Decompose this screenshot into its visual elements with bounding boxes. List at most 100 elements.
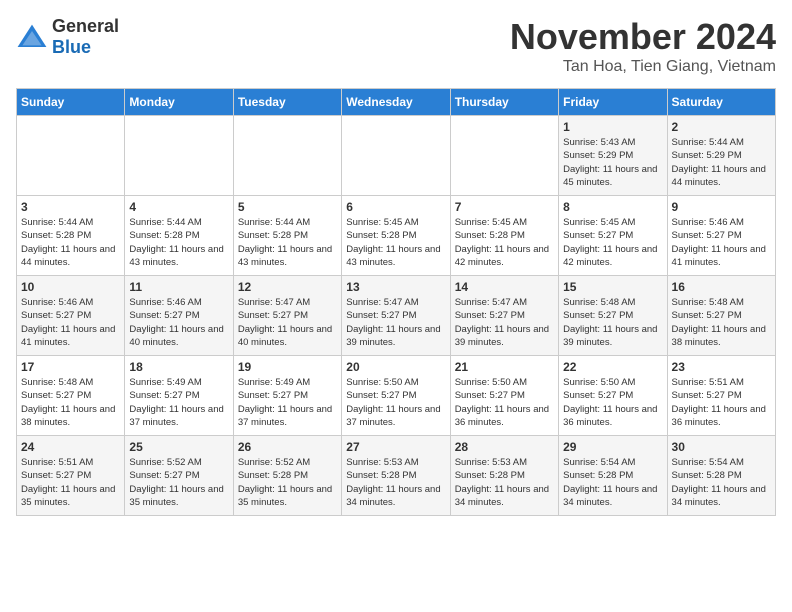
calendar-cell-3-4: 13 Sunrise: 5:47 AM Sunset: 5:27 PM Dayli… (342, 276, 450, 356)
day-info: Sunrise: 5:46 AM Sunset: 5:27 PM Dayligh… (672, 216, 771, 269)
calendar-cell-5-1: 24 Sunrise: 5:51 AM Sunset: 5:27 PM Dayli… (17, 436, 125, 516)
day-number: 7 (455, 200, 554, 214)
day-number: 11 (129, 280, 228, 294)
calendar-cell-2-3: 5 Sunrise: 5:44 AM Sunset: 5:28 PM Daylig… (233, 196, 341, 276)
day-number: 21 (455, 360, 554, 374)
day-number: 29 (563, 440, 662, 454)
day-number: 12 (238, 280, 337, 294)
calendar-header-row: SundayMondayTuesdayWednesdayThursdayFrid… (17, 89, 776, 116)
day-info: Sunrise: 5:44 AM Sunset: 5:28 PM Dayligh… (21, 216, 120, 269)
calendar-cell-4-6: 22Sunrise: 5:50 AM Sunset: 5:27 PM Dayli… (559, 356, 667, 436)
day-number: 28 (455, 440, 554, 454)
day-number: 23 (672, 360, 771, 374)
header: General Blue November 2024 Tan Hoa, Tien… (16, 16, 776, 76)
logo-blue: Blue (52, 37, 91, 57)
calendar-cell-4-2: 18 Sunrise: 5:49 AM Sunset: 5:27 PM Dayli… (125, 356, 233, 436)
day-number: 1 (563, 120, 662, 134)
day-info: Sunrise: 5:44 AM Sunset: 5:29 PM Dayligh… (672, 136, 771, 189)
day-info: Sunrise: 5:48 AM Sunset: 5:27 PM Dayligh… (21, 376, 120, 429)
calendar-table: SundayMondayTuesdayWednesdayThursdayFrid… (16, 88, 776, 516)
calendar-cell-2-6: 8 Sunrise: 5:45 AM Sunset: 5:27 PM Daylig… (559, 196, 667, 276)
day-number: 14 (455, 280, 554, 294)
day-number: 6 (346, 200, 445, 214)
logo-general: General (52, 16, 119, 36)
calendar-header-sunday: Sunday (17, 89, 125, 116)
location-title: Tan Hoa, Tien Giang, Vietnam (510, 58, 776, 76)
calendar-week-3: 10 Sunrise: 5:46 AM Sunset: 5:27 PM Dayli… (17, 276, 776, 356)
day-info: Sunrise: 5:47 AM Sunset: 5:27 PM Dayligh… (238, 296, 337, 349)
calendar-cell-3-1: 10 Sunrise: 5:46 AM Sunset: 5:27 PM Dayli… (17, 276, 125, 356)
title-area: November 2024 Tan Hoa, Tien Giang, Vietn… (510, 16, 776, 76)
calendar-cell-2-7: 9Sunrise: 5:46 AM Sunset: 5:27 PM Daylig… (667, 196, 775, 276)
day-number: 18 (129, 360, 228, 374)
day-info: Sunrise: 5:48 AM Sunset: 5:27 PM Dayligh… (563, 296, 662, 349)
day-info: Sunrise: 5:45 AM Sunset: 5:28 PM Dayligh… (346, 216, 445, 269)
calendar-cell-1-7: 2Sunrise: 5:44 AM Sunset: 5:29 PM Daylig… (667, 116, 775, 196)
day-number: 5 (238, 200, 337, 214)
calendar-week-4: 17Sunrise: 5:48 AM Sunset: 5:27 PM Dayli… (17, 356, 776, 436)
day-info: Sunrise: 5:47 AM Sunset: 5:27 PM Dayligh… (455, 296, 554, 349)
day-info: Sunrise: 5:45 AM Sunset: 5:27 PM Dayligh… (563, 216, 662, 269)
calendar-header-thursday: Thursday (450, 89, 558, 116)
calendar-header-wednesday: Wednesday (342, 89, 450, 116)
day-number: 10 (21, 280, 120, 294)
day-number: 30 (672, 440, 771, 454)
calendar-cell-4-5: 21 Sunrise: 5:50 AM Sunset: 5:27 PM Dayli… (450, 356, 558, 436)
day-info: Sunrise: 5:51 AM Sunset: 5:27 PM Dayligh… (21, 456, 120, 509)
calendar-cell-3-2: 11Sunrise: 5:46 AM Sunset: 5:27 PM Dayli… (125, 276, 233, 356)
calendar-cell-1-1 (17, 116, 125, 196)
day-info: Sunrise: 5:50 AM Sunset: 5:27 PM Dayligh… (346, 376, 445, 429)
day-number: 20 (346, 360, 445, 374)
calendar-cell-2-5: 7 Sunrise: 5:45 AM Sunset: 5:28 PM Daylig… (450, 196, 558, 276)
day-number: 8 (563, 200, 662, 214)
calendar-week-5: 24 Sunrise: 5:51 AM Sunset: 5:27 PM Dayli… (17, 436, 776, 516)
day-number: 4 (129, 200, 228, 214)
logo: General Blue (16, 16, 119, 58)
day-info: Sunrise: 5:48 AM Sunset: 5:27 PM Dayligh… (672, 296, 771, 349)
calendar-cell-4-4: 20 Sunrise: 5:50 AM Sunset: 5:27 PM Dayli… (342, 356, 450, 436)
month-title: November 2024 (510, 16, 776, 58)
calendar-header-monday: Monday (125, 89, 233, 116)
calendar-week-1: 1 Sunrise: 5:43 AM Sunset: 5:29 PM Daylig… (17, 116, 776, 196)
day-info: Sunrise: 5:49 AM Sunset: 5:27 PM Dayligh… (238, 376, 337, 429)
day-info: Sunrise: 5:43 AM Sunset: 5:29 PM Dayligh… (563, 136, 662, 189)
calendar-cell-5-5: 28 Sunrise: 5:53 AM Sunset: 5:28 PM Dayli… (450, 436, 558, 516)
calendar-cell-1-5 (450, 116, 558, 196)
day-number: 13 (346, 280, 445, 294)
calendar-cell-5-7: 30 Sunrise: 5:54 AM Sunset: 5:28 PM Dayli… (667, 436, 775, 516)
calendar-cell-3-5: 14 Sunrise: 5:47 AM Sunset: 5:27 PM Dayli… (450, 276, 558, 356)
day-info: Sunrise: 5:50 AM Sunset: 5:27 PM Dayligh… (563, 376, 662, 429)
day-info: Sunrise: 5:54 AM Sunset: 5:28 PM Dayligh… (672, 456, 771, 509)
day-info: Sunrise: 5:50 AM Sunset: 5:27 PM Dayligh… (455, 376, 554, 429)
day-number: 19 (238, 360, 337, 374)
day-number: 26 (238, 440, 337, 454)
day-info: Sunrise: 5:52 AM Sunset: 5:27 PM Dayligh… (129, 456, 228, 509)
day-info: Sunrise: 5:52 AM Sunset: 5:28 PM Dayligh… (238, 456, 337, 509)
calendar-cell-2-4: 6 Sunrise: 5:45 AM Sunset: 5:28 PM Daylig… (342, 196, 450, 276)
calendar-body: 1 Sunrise: 5:43 AM Sunset: 5:29 PM Daylig… (17, 116, 776, 516)
day-info: Sunrise: 5:44 AM Sunset: 5:28 PM Dayligh… (129, 216, 228, 269)
day-info: Sunrise: 5:47 AM Sunset: 5:27 PM Dayligh… (346, 296, 445, 349)
day-number: 24 (21, 440, 120, 454)
day-info: Sunrise: 5:46 AM Sunset: 5:27 PM Dayligh… (21, 296, 120, 349)
calendar-header-friday: Friday (559, 89, 667, 116)
calendar-cell-5-6: 29 Sunrise: 5:54 AM Sunset: 5:28 PM Dayli… (559, 436, 667, 516)
day-info: Sunrise: 5:53 AM Sunset: 5:28 PM Dayligh… (455, 456, 554, 509)
day-info: Sunrise: 5:45 AM Sunset: 5:28 PM Dayligh… (455, 216, 554, 269)
day-info: Sunrise: 5:49 AM Sunset: 5:27 PM Dayligh… (129, 376, 228, 429)
calendar-cell-5-3: 26 Sunrise: 5:52 AM Sunset: 5:28 PM Dayli… (233, 436, 341, 516)
calendar-week-2: 3 Sunrise: 5:44 AM Sunset: 5:28 PM Daylig… (17, 196, 776, 276)
day-info: Sunrise: 5:54 AM Sunset: 5:28 PM Dayligh… (563, 456, 662, 509)
calendar-header-saturday: Saturday (667, 89, 775, 116)
calendar-cell-4-7: 23 Sunrise: 5:51 AM Sunset: 5:27 PM Dayli… (667, 356, 775, 436)
calendar-cell-4-1: 17Sunrise: 5:48 AM Sunset: 5:27 PM Dayli… (17, 356, 125, 436)
calendar-cell-3-3: 12 Sunrise: 5:47 AM Sunset: 5:27 PM Dayli… (233, 276, 341, 356)
day-number: 3 (21, 200, 120, 214)
day-info: Sunrise: 5:51 AM Sunset: 5:27 PM Dayligh… (672, 376, 771, 429)
calendar-cell-1-3 (233, 116, 341, 196)
day-info: Sunrise: 5:44 AM Sunset: 5:28 PM Dayligh… (238, 216, 337, 269)
calendar-cell-3-6: 15Sunrise: 5:48 AM Sunset: 5:27 PM Dayli… (559, 276, 667, 356)
calendar-header-tuesday: Tuesday (233, 89, 341, 116)
calendar-cell-1-4 (342, 116, 450, 196)
calendar-cell-5-2: 25Sunrise: 5:52 AM Sunset: 5:27 PM Dayli… (125, 436, 233, 516)
